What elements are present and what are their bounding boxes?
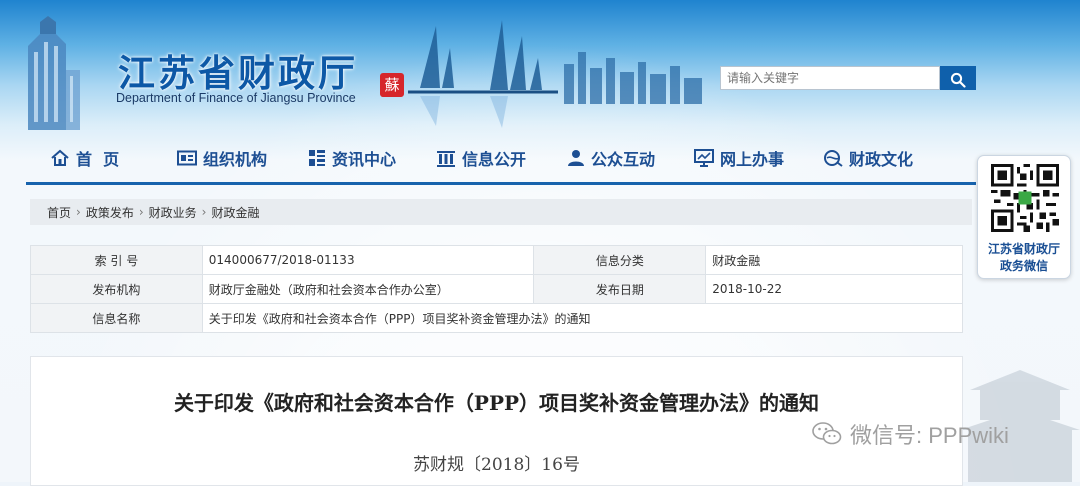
city-skyline-illustration: [564, 52, 702, 104]
breadcrumb-home[interactable]: 首页: [47, 204, 71, 221]
date-value: 2018-10-22: [705, 274, 963, 304]
breadcrumb: 首页 › 政策发布 › 财政业务 › 财政金融: [30, 199, 972, 225]
home-icon: [51, 149, 69, 166]
breadcrumb-finance-business[interactable]: 财政业务: [149, 204, 197, 221]
watermark-text: 微信号: PPPwiki: [850, 423, 1009, 448]
publisher-value: 财政厅金融处（政府和社会资本合作办公室）: [201, 274, 535, 304]
nav-item-news[interactable]: 资讯中心: [308, 145, 396, 171]
nav-item-interaction[interactable]: 公众互动: [567, 145, 655, 171]
qr-caption-line1: 江苏省财政厅: [987, 242, 1060, 256]
table-row: 索 引 号 014000677/2018-01133 信息分类 财政金融: [30, 245, 963, 275]
publisher-label: 发布机构: [30, 274, 203, 304]
name-label: 信息名称: [30, 303, 203, 333]
breadcrumb-finance[interactable]: 财政金融: [211, 204, 259, 221]
chevron-right-icon: ›: [138, 205, 144, 219]
search-button[interactable]: [940, 66, 976, 90]
chevron-right-icon: ›: [76, 205, 81, 219]
main-nav: 首 页 组织机构 资讯中心 信息公开 公众互动 网上办事 财政文化: [26, 137, 976, 185]
qr-caption-line2: 政务微信: [999, 259, 1048, 273]
document-number: 苏财规〔2018〕16号: [413, 455, 580, 475]
nav-item-disclosure[interactable]: 信息公开: [436, 145, 526, 171]
nav-label: 网上办事: [720, 150, 785, 169]
table-row: 发布机构 财政厅金融处（政府和社会资本合作办公室） 发布日期 2018-10-2…: [30, 274, 963, 304]
site-subtitle: Department of Finance of Jiangsu Provinc…: [116, 91, 356, 105]
search-icon: [950, 72, 966, 88]
nav-label: 资讯中心: [332, 150, 397, 169]
nav-item-home[interactable]: 首 页: [50, 145, 119, 171]
id-card-icon: [177, 150, 197, 166]
document-info-table: 索 引 号 014000677/2018-01133 信息分类 财政金融 发布机…: [30, 245, 964, 333]
index-value: 014000677/2018-01133: [201, 245, 535, 275]
grid-icon: [309, 150, 325, 166]
user-icon: [568, 150, 584, 166]
category-label: 信息分类: [533, 245, 707, 275]
document-title: 关于印发《政府和社会资本合作（PPP）项目奖补资金管理办法》的通知: [173, 391, 820, 415]
search-input[interactable]: [720, 66, 940, 90]
columns-icon: [437, 151, 455, 167]
index-label: 索 引 号: [30, 245, 203, 275]
qr-code-icon: [991, 164, 1059, 232]
nav-label: 公众互动: [591, 150, 656, 169]
category-value: 财政金融: [705, 245, 963, 275]
monitor-icon: [694, 149, 714, 167]
nav-label: 首 页: [76, 150, 120, 169]
nav-item-online-services[interactable]: 网上办事: [694, 145, 784, 171]
tower-illustration: [28, 16, 80, 130]
breadcrumb-policy[interactable]: 政策发布: [86, 204, 134, 221]
nav-item-culture[interactable]: 财政文化: [823, 145, 913, 171]
globe-icon: [824, 150, 843, 167]
wechat-watermark: 微信号: PPPwiki: [812, 418, 1009, 450]
building-silhouette-illustration: [960, 370, 1080, 482]
name-value: 关于印发《政府和社会资本合作（PPP）项目奖补资金管理办法》的通知: [201, 303, 964, 333]
site-title: 江苏省财政厅: [118, 51, 358, 95]
date-label: 发布日期: [533, 274, 707, 304]
nav-label: 信息公开: [462, 150, 527, 169]
nav-label: 财政文化: [849, 150, 914, 169]
seal-logo: 蘇: [380, 73, 404, 97]
nav-label: 组织机构: [203, 150, 268, 169]
wechat-qr-widget[interactable]: 江苏省财政厅 政务微信: [977, 155, 1071, 279]
nav-item-organization[interactable]: 组织机构: [177, 145, 267, 171]
wechat-icon: [812, 422, 842, 445]
table-row: 信息名称 关于印发《政府和社会资本合作（PPP）项目奖补资金管理办法》的通知: [30, 303, 964, 333]
chevron-right-icon: ›: [201, 205, 207, 219]
